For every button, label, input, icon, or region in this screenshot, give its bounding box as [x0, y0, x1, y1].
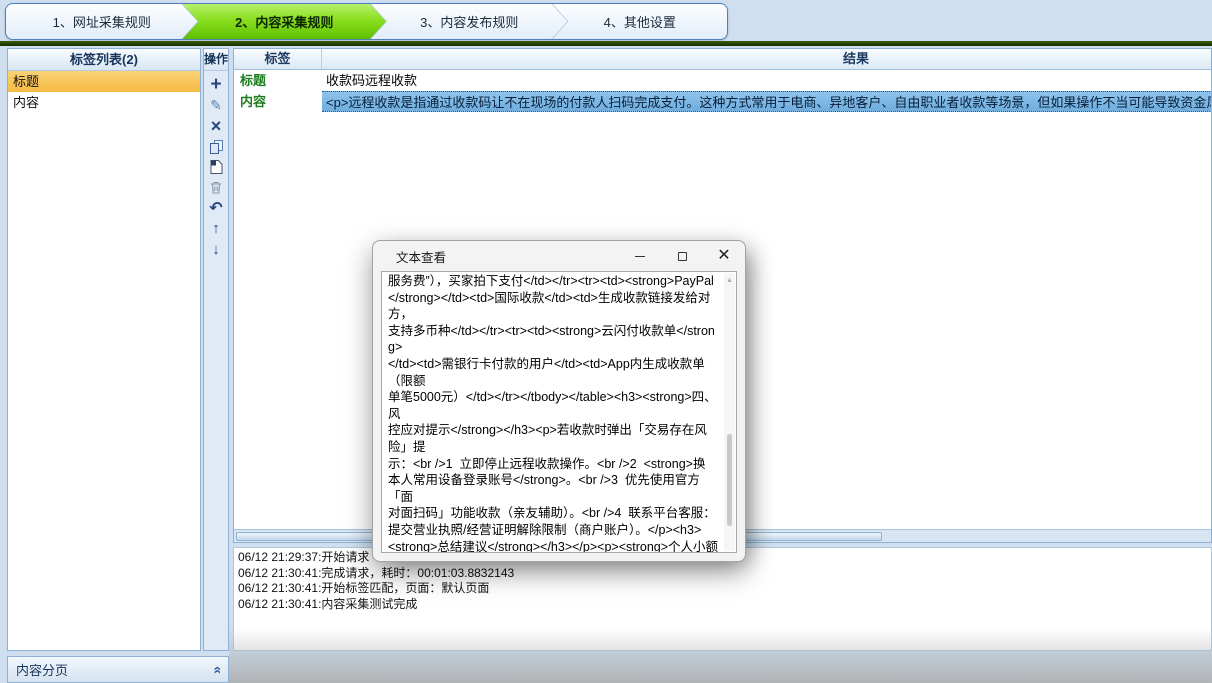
result-row-title[interactable]: 标题 收款码远程收款 [234, 70, 1212, 91]
column-header-result: 结果 [322, 49, 1212, 69]
results-grid-inner: 标签 结果 标题 收款码远程收款 内容 <p>远程收款是指通过收款码让不在现场的… [234, 49, 1212, 112]
dialog-vertical-scrollbar[interactable]: ▴ [724, 273, 735, 551]
row-value-selected[interactable]: <p>远程收款是指通过收款码让不在现场的付款人扫码完成支付。这种方式常用于电商、… [322, 91, 1212, 112]
tag-list-header: 标签列表(2) [8, 49, 200, 71]
edit-icon[interactable]: ✎ [205, 96, 227, 117]
tag-list-panel: 标签列表(2) 标题 内容 [7, 48, 201, 651]
scrollbar-up-arrow-icon[interactable]: ▴ [724, 275, 735, 284]
row-value[interactable]: 收款码远程收款 [322, 70, 1212, 91]
ops-icons: + ✎ × ↶ ↑ ↓ [204, 71, 228, 260]
tag-list-item-content[interactable]: 内容 [8, 92, 200, 113]
paste-icon[interactable] [205, 157, 227, 178]
row-tag-label: 内容 [234, 91, 322, 112]
maximize-icon [678, 252, 687, 261]
tab-url-collect-rules[interactable]: 1、网址采集规则 [6, 4, 198, 39]
tab-other-settings[interactable]: 4、其他设置 [552, 4, 727, 39]
maximize-button[interactable] [661, 241, 703, 271]
log-line: 06/12 21:30:41:内容采集测试完成 [238, 597, 1207, 613]
row-tag-label: 标题 [234, 70, 322, 91]
add-icon[interactable]: + [205, 75, 227, 96]
ops-header: 操作 [204, 49, 228, 71]
content-paging-bar[interactable]: 内容分页 » [7, 656, 229, 683]
minimize-icon [635, 256, 645, 257]
trash-icon[interactable] [205, 178, 227, 199]
delete-icon[interactable]: × [205, 116, 227, 137]
content-paging-label: 内容分页 [16, 660, 68, 679]
column-header-tag: 标签 [234, 49, 322, 69]
tab-label: 4、其他设置 [604, 12, 676, 31]
wizard-tabbar: 1、网址采集规则 2、内容采集规则 3、内容发布规则 4、其他设置 [5, 3, 728, 40]
log-panel[interactable]: 06/12 21:29:37:开始请求 06/12 21:30:41:完成请求，… [233, 547, 1212, 651]
close-button[interactable]: ✕ [703, 241, 745, 271]
results-header-row: 标签 结果 [234, 49, 1212, 70]
tabbar-underline [0, 41, 1212, 46]
dialog-title: 文本查看 [373, 247, 619, 266]
move-down-icon[interactable]: ↓ [205, 239, 227, 260]
tag-list-item-title[interactable]: 标题 [8, 71, 200, 92]
collapse-chevron-icon[interactable]: » [210, 666, 222, 674]
tab-content-publish-rules[interactable]: 3、内容发布规则 [371, 4, 567, 39]
undo-icon[interactable]: ↶ [205, 198, 227, 219]
log-line: 06/12 21:30:41:开始标签匹配，页面：默认页面 [238, 581, 1207, 597]
tab-content-collect-rules[interactable]: 2、内容采集规则 [183, 4, 386, 39]
dialog-scrollbar-thumb[interactable] [727, 434, 732, 526]
tab-label: 1、网址采集规则 [53, 12, 151, 31]
ops-panel: 操作 + ✎ × ↶ ↑ ↓ [203, 48, 229, 651]
log-line: 06/12 21:30:41:完成请求，耗时：00:01:03.8832143 [238, 566, 1207, 582]
copy-icon[interactable] [205, 137, 227, 158]
dialog-text-area[interactable]: 服务费”），买家拍下支付</td></tr><tr><td><strong>Pa… [381, 271, 737, 553]
dialog-titlebar[interactable]: 文本查看 ✕ [373, 241, 745, 271]
result-row-content[interactable]: 内容 <p>远程收款是指通过收款码让不在现场的付款人扫码完成支付。这种方式常用于… [234, 91, 1212, 112]
tab-label: 3、内容发布规则 [420, 12, 518, 31]
move-up-icon[interactable]: ↑ [205, 219, 227, 240]
close-icon: ✕ [717, 248, 730, 264]
text-view-dialog: 文本查看 ✕ 服务费”），买家拍下支付</td></tr><tr><td><st… [372, 240, 746, 562]
tab-label: 2、内容采集规则 [235, 12, 333, 31]
minimize-button[interactable] [619, 241, 661, 271]
dialog-html-source-text: 服务费”），买家拍下支付</td></tr><tr><td><strong>Pa… [388, 274, 719, 553]
